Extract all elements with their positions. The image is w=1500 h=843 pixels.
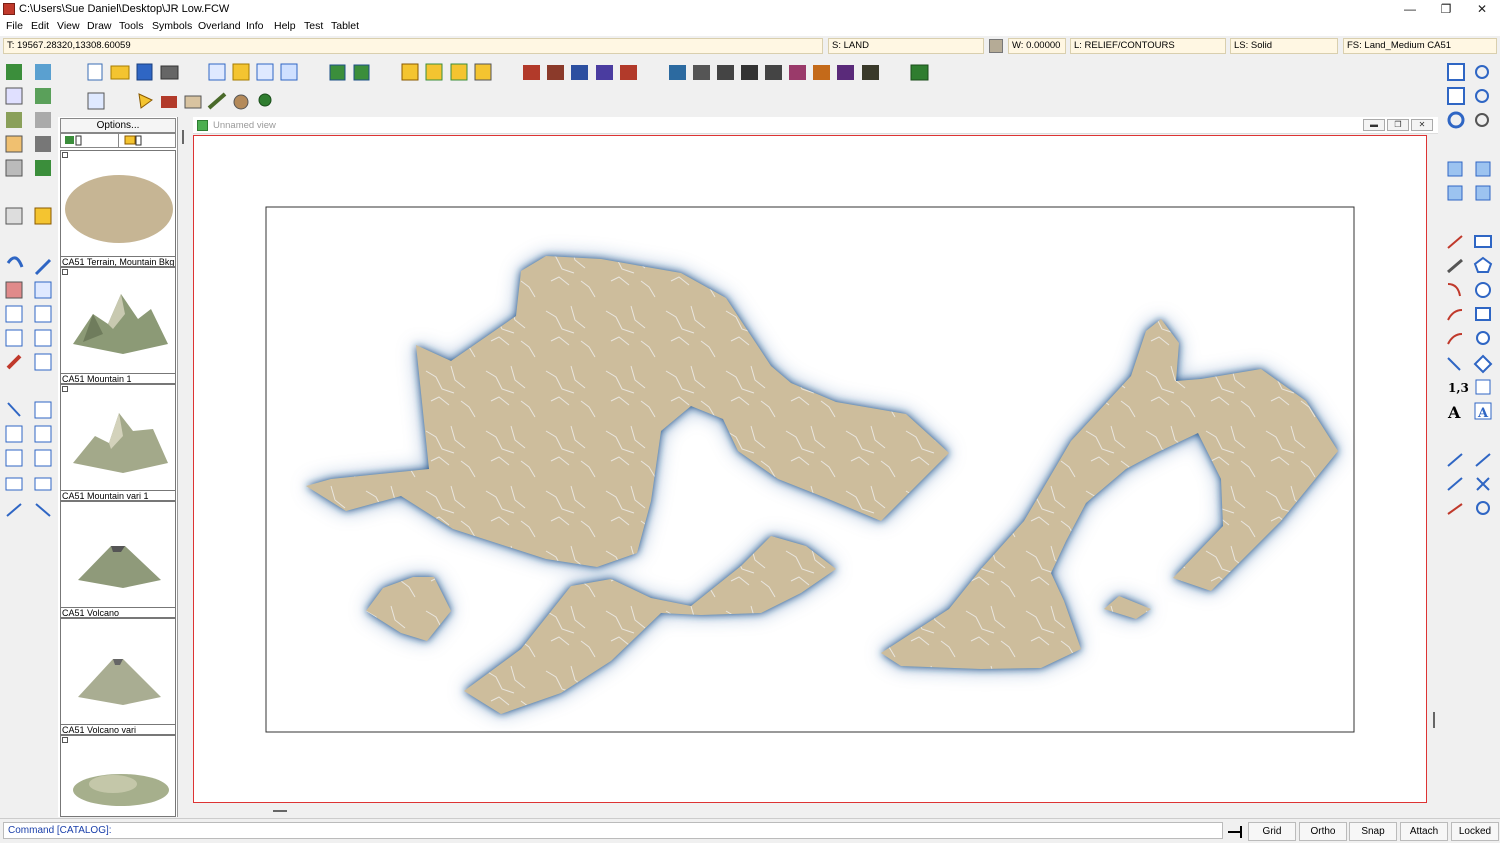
symbol-label: CA51 Volcano [61,607,175,617]
right-toolbar: 1,3 A A [1447,63,1493,515]
print-icon [160,65,179,80]
symbol-terrain-mountain-bkg[interactable]: CA51 Terrain, Mountain Bkg [60,150,176,267]
menu-edit[interactable]: Edit [31,20,49,32]
symbol-label: CA51 Terrain, Mountain Bkg [61,256,175,266]
mountain-thumbnail [73,413,168,473]
close-button[interactable]: ✕ [1464,0,1500,18]
terrain-thumbnail [65,175,173,243]
vertical-scrollbar[interactable] [1433,712,1435,728]
menu-bar: File Edit View Draw Tools Symbols Overla… [0,18,1500,36]
menu-help[interactable]: Help [274,20,296,32]
menu-info[interactable]: Info [246,20,264,32]
attach-toggle[interactable]: Attach [1400,822,1448,841]
menu-tablet[interactable]: Tablet [331,20,359,32]
color-swatch[interactable] [989,39,1003,53]
command-input[interactable]: Command [CATALOG]: [3,822,1223,839]
menu-tools[interactable]: Tools [119,20,144,32]
sheet-field[interactable]: S: LAND [828,38,984,54]
view-title: Unnamed view [213,120,276,131]
grid-toggle[interactable]: Grid [1248,822,1296,841]
coords-readout: T: 19567.28320,13308.60059 [3,38,823,54]
catalog-tabs [60,133,176,148]
line-style-field[interactable]: LS: Solid [1230,38,1338,54]
symbol-tools [208,63,492,81]
symbol-hills[interactable] [60,735,176,817]
view-titlebar: Unnamed view ▬ ❐ ✕ [193,117,1438,134]
menu-view[interactable]: View [57,20,80,32]
menu-overland[interactable]: Overland [198,20,241,32]
volcano-thumbnail [78,659,161,705]
mountain-thumbnail [73,294,168,354]
drawing-canvas[interactable] [193,135,1427,803]
snap-toggle[interactable]: Snap [1349,822,1397,841]
title-bar: C:\Users\Sue Daniel\Desktop\JR Low.FCW —… [0,0,1500,18]
panel-scrollbar[interactable] [182,130,184,144]
volcano-thumbnail [78,546,161,588]
menu-draw[interactable]: Draw [87,20,112,32]
file-tools [87,63,179,81]
svg-text:A: A [1447,403,1461,422]
status-bar: T: 19567.28320,13308.60059 S: LAND W: 0.… [0,36,1500,56]
view-close-button[interactable]: ✕ [1411,119,1433,131]
sheet-one-icon [910,64,929,81]
symbol-mountain-1[interactable]: CA51 Mountain 1 [60,267,176,384]
view-icon [197,120,208,131]
new-icon [87,63,103,81]
minimize-button[interactable]: — [1392,0,1428,18]
symbol-volcano[interactable]: CA51 Volcano [60,501,176,618]
catalog-tools [523,64,929,81]
view-restore-button[interactable]: ❐ [1387,119,1409,131]
symbol-mountain-vari-1[interactable]: CA51 Mountain vari 1 [60,384,176,501]
view-minimize-button[interactable]: ▬ [1363,119,1385,131]
menu-symbols[interactable]: Symbols [152,20,192,32]
map-drawing [265,206,1355,733]
symbol-label: CA51 Mountain vari 1 [61,490,175,500]
main-toolbar [87,63,929,110]
symbol-volcano-vari[interactable]: CA51 Volcano vari [60,618,176,735]
width-field[interactable]: W: 0.00000 [1008,38,1066,54]
maximize-button[interactable]: ❐ [1428,0,1464,18]
catalog-tab-2[interactable] [119,134,175,147]
locked-toggle[interactable]: Locked [1451,822,1499,841]
window-title: C:\Users\Sue Daniel\Desktop\JR Low.FCW [19,3,230,15]
symbol-label: CA51 Mountain 1 [61,373,175,383]
command-bar: Command [CATALOG]: Grid Ortho Snap Attac… [0,818,1500,843]
command-arrow-icon[interactable] [1226,824,1244,839]
options-button[interactable]: Options... [60,118,176,133]
layer-field[interactable]: L: RELIEF/CONTOURS [1070,38,1226,54]
catalog-tab-1[interactable] [61,134,119,147]
menu-test[interactable]: Test [304,20,323,32]
ortho-toggle[interactable]: Ortho [1299,822,1347,841]
svg-text:A: A [1477,406,1489,421]
left-toolbar [5,64,52,517]
open-icon [110,65,130,80]
horizontal-scrollbar[interactable] [273,810,287,812]
save-icon [136,63,153,81]
drawing-tools-row2 [87,92,272,110]
fill-style-field[interactable]: FS: Land_Medium CA51 [1343,38,1497,54]
menu-file[interactable]: File [6,20,23,32]
svg-text:1,3: 1,3 [1448,381,1469,395]
symbol-label: CA51 Volcano vari [61,724,175,734]
app-icon [3,3,15,15]
